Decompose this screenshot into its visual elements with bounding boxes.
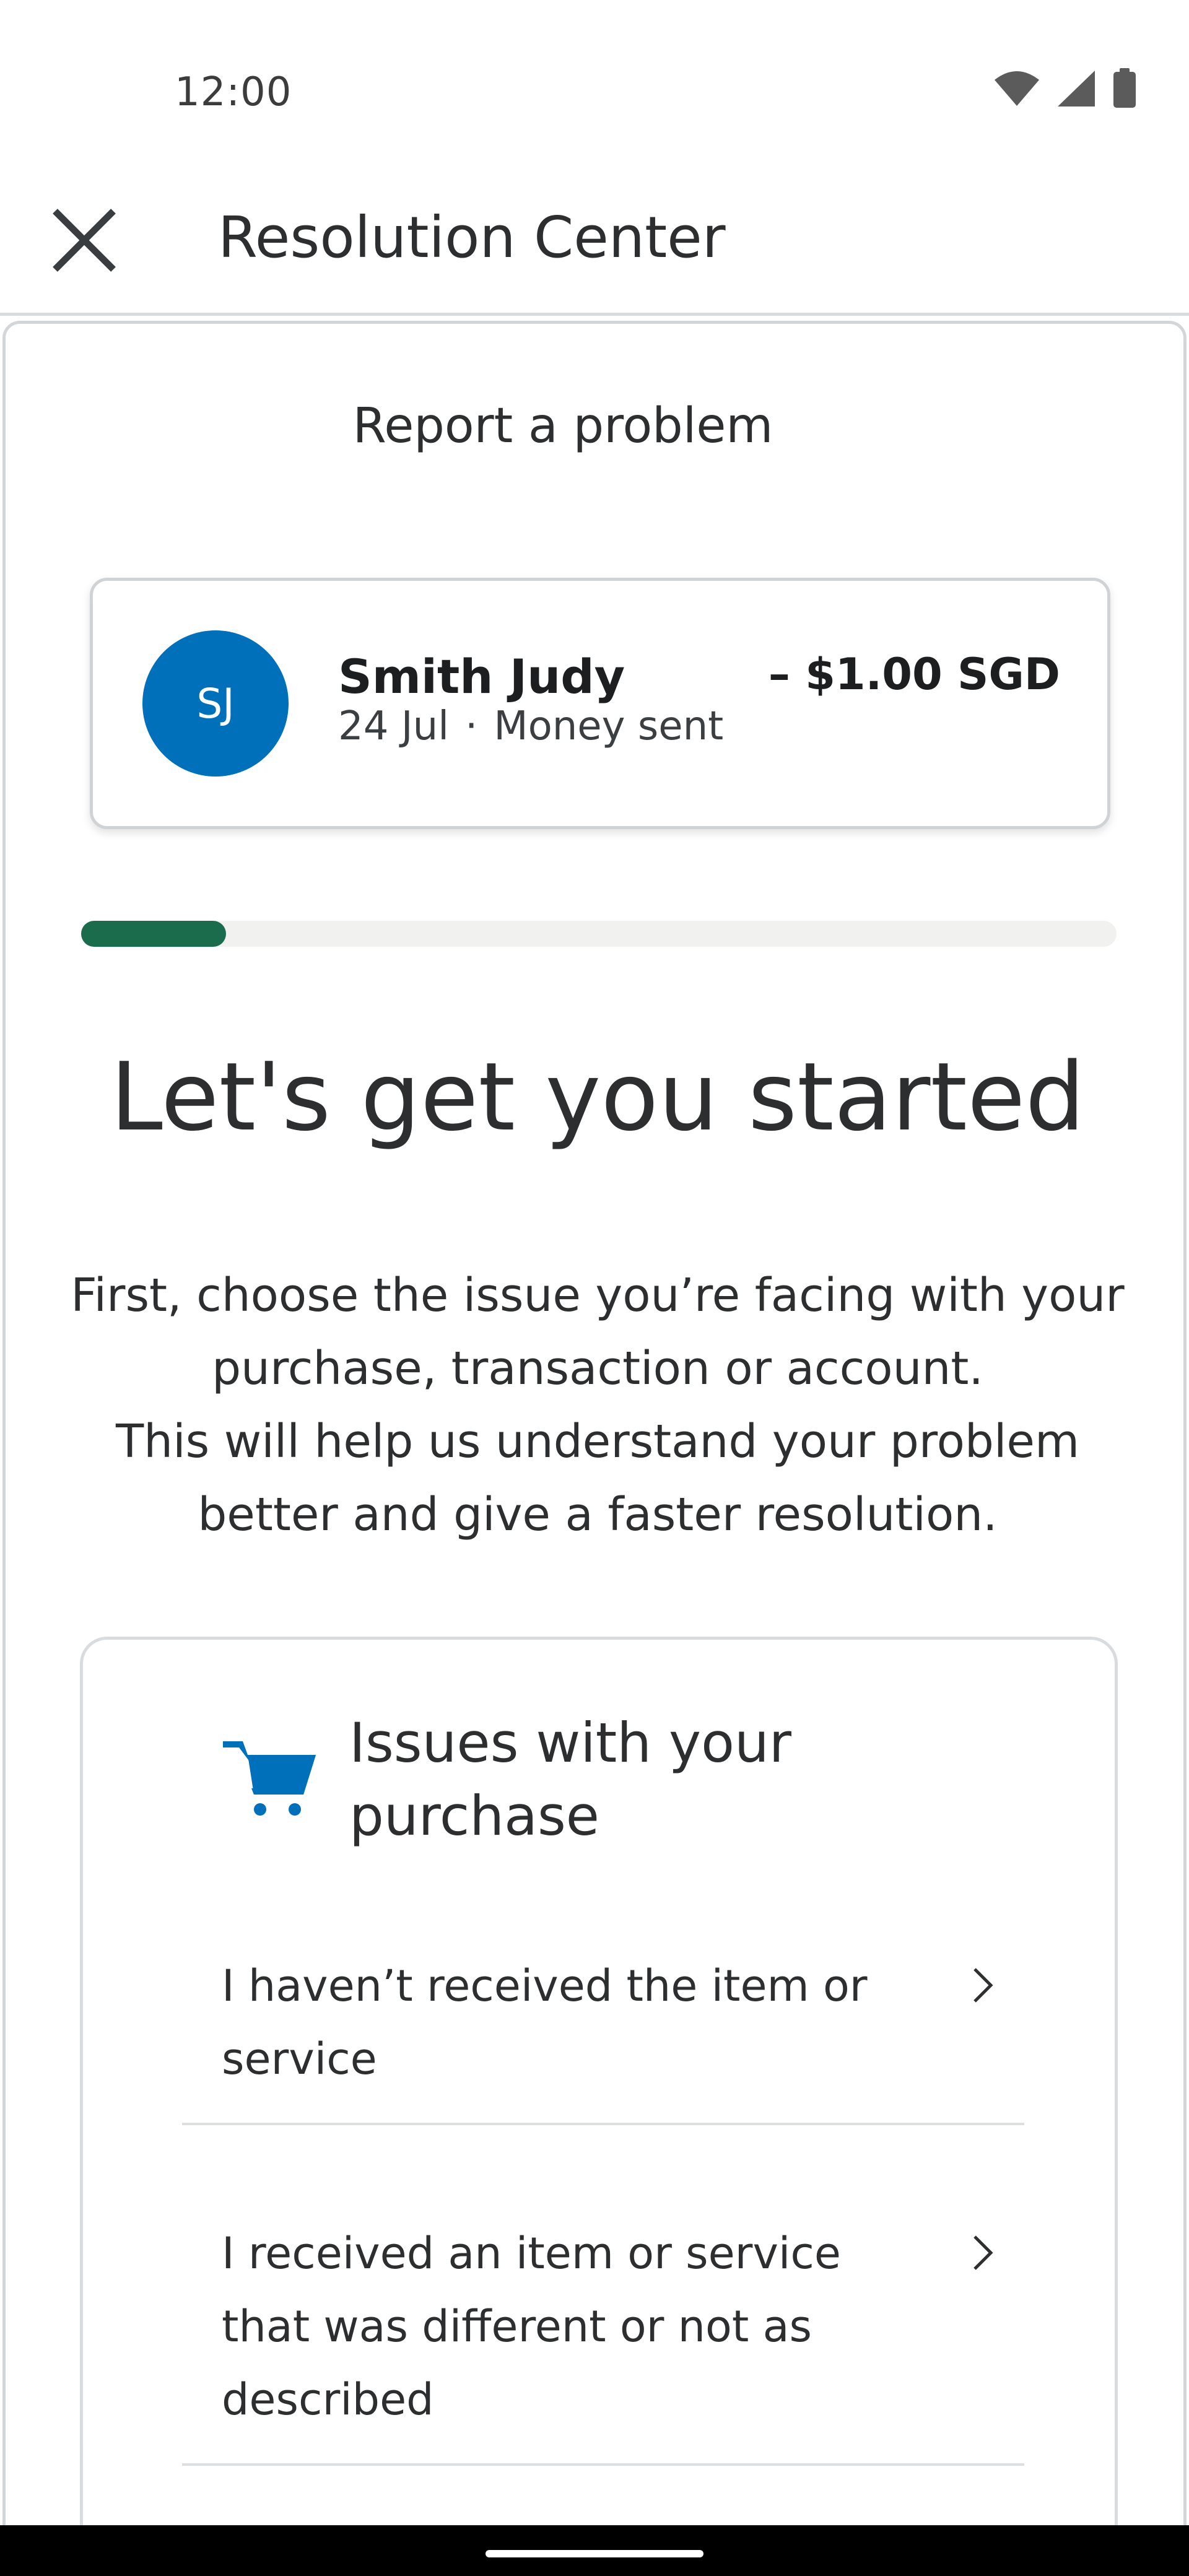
chevron-right-icon [973, 2235, 993, 2270]
headline: Let's get you started [110, 1042, 1085, 1152]
issues-card: Issues with your purchase I haven’t rece… [80, 1637, 1118, 2538]
cellular-signal-icon [1058, 71, 1095, 107]
page-title: Resolution Center [218, 204, 726, 271]
issue-label: I received an item or service that was d… [222, 2228, 841, 2425]
navigation-bar [0, 2525, 1189, 2576]
progress-bar [81, 921, 1117, 947]
issue-item-not-received[interactable]: I haven’t received the item or service [182, 1949, 1024, 2110]
chevron-right-icon [973, 1968, 993, 2003]
transaction-type: Money sent [494, 703, 724, 749]
avatar: SJ [142, 630, 289, 777]
issue-label: I haven’t received the item or service [222, 1960, 868, 2084]
status-bar: 12:00 [0, 0, 1189, 161]
intro-text: First, choose the issue you’re facing wi… [68, 1259, 1128, 1551]
close-icon [53, 209, 116, 272]
divider [182, 2123, 1024, 2125]
separator-dot: · [465, 703, 478, 749]
wifi-icon [995, 71, 1039, 106]
status-icons [993, 68, 1137, 109]
transaction-amount: – $1.00 SGD [768, 649, 1060, 700]
progress-fill [81, 921, 227, 947]
issues-title: Issues with your purchase [349, 1711, 791, 1848]
intro-line-2: This will help us understand your proble… [115, 1415, 1080, 1541]
divider [182, 2463, 1024, 2466]
report-sheet: Report a problem SJ Smith Judy 24 Jul · Mo… [2, 321, 1187, 2538]
transaction-date: 24 Jul [338, 703, 449, 749]
battery-icon [1113, 68, 1136, 108]
shopping-cart-icon [223, 1741, 316, 1816]
close-button[interactable] [40, 196, 129, 285]
home-handle[interactable] [486, 2550, 703, 2557]
transaction-details: 24 Jul · Money sent [338, 703, 723, 749]
transaction-card: SJ Smith Judy 24 Jul · Money sent – $1.00 … [90, 578, 1110, 829]
app-bar: Resolution Center [0, 161, 1189, 316]
status-time: 12:00 [175, 69, 292, 115]
issue-item-not-as-described[interactable]: I received an item or service that was d… [182, 2217, 1024, 2440]
intro-line-1: First, choose the issue you’re facing wi… [71, 1269, 1125, 1395]
transaction-name: Smith Judy [338, 649, 625, 704]
section-title: Report a problem [352, 398, 773, 454]
